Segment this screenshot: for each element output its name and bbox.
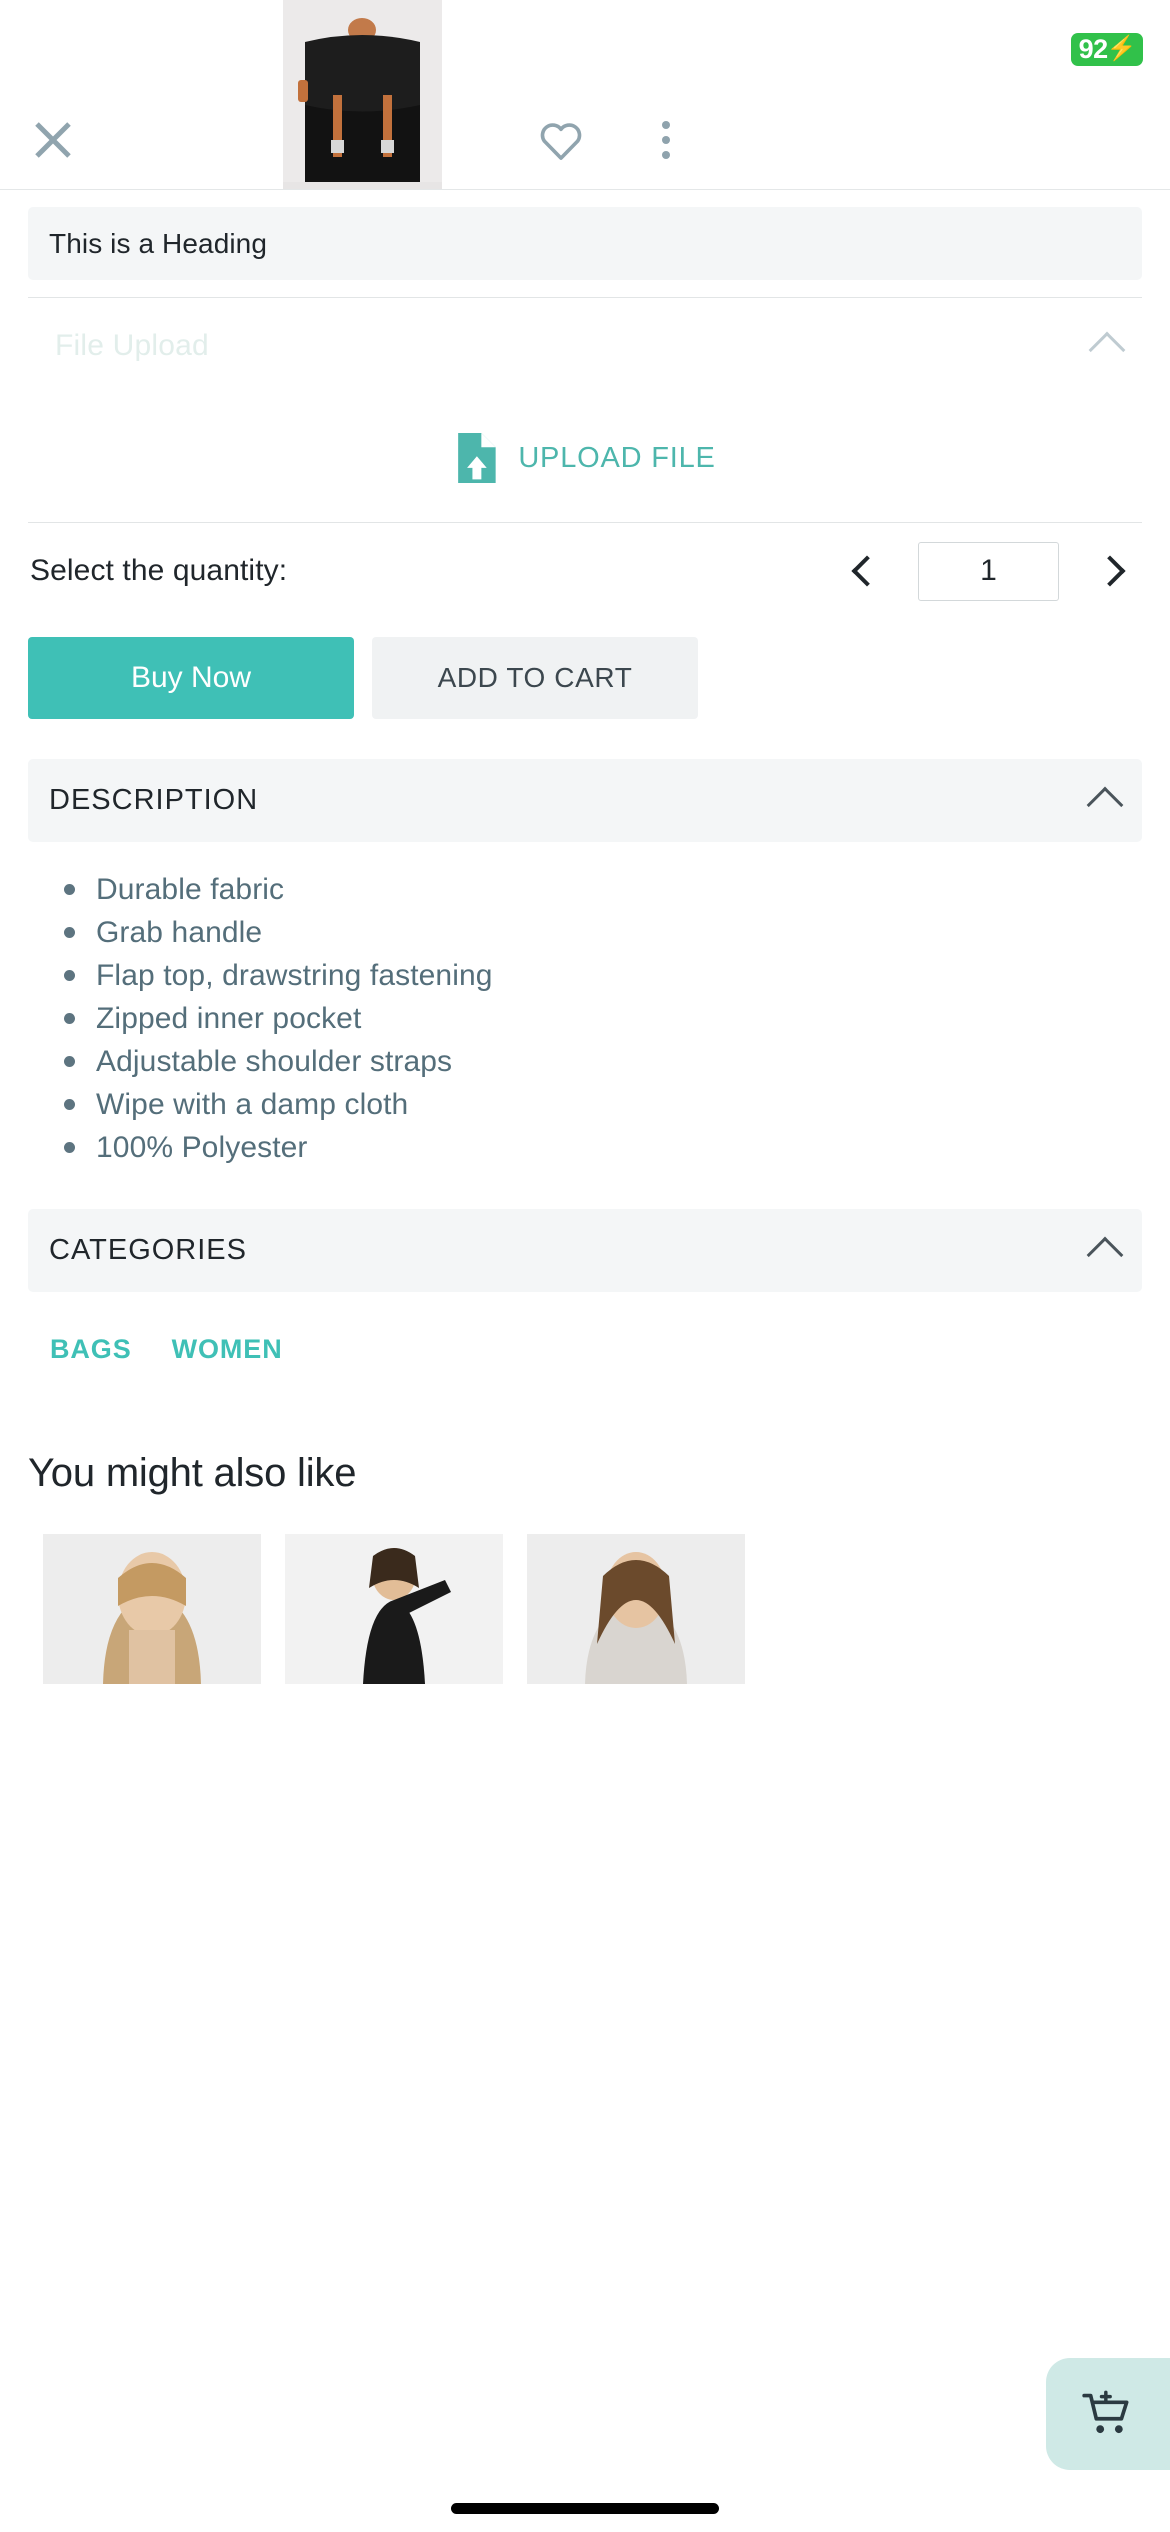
model-thumbnail-2	[285, 1534, 503, 1684]
bullet-dot	[64, 1099, 75, 1110]
recommendation-card[interactable]	[285, 1534, 503, 1684]
page-content: This is a Heading File Upload UPLOAD FIL…	[0, 207, 1170, 1684]
quantity-input[interactable]: 1	[918, 541, 1059, 601]
list-item: 100% Polyester	[64, 1126, 1142, 1169]
chevron-right-icon	[1094, 555, 1126, 587]
page-title: This is a Heading	[49, 227, 268, 259]
list-item-label: Wipe with a damp cloth	[96, 1087, 409, 1121]
recommendation-card[interactable]	[527, 1534, 745, 1684]
dot-1	[662, 121, 670, 129]
dot-3	[662, 151, 670, 159]
bullet-dot	[64, 884, 75, 895]
category-tag-bags[interactable]: BAGS	[50, 1334, 132, 1365]
list-item: Zipped inner pocket	[64, 997, 1142, 1040]
app-header: 92 ⚡	[0, 0, 1170, 190]
floating-cart-button[interactable]	[1046, 2358, 1170, 2470]
description-accordion-header[interactable]: DESCRIPTION	[28, 759, 1142, 842]
home-indicator	[451, 2503, 719, 2514]
quantity-label: Select the quantity:	[30, 554, 288, 587]
add-to-cart-button[interactable]: ADD TO CART	[372, 637, 698, 719]
bullet-dot	[64, 970, 75, 981]
heart-glyph	[540, 123, 582, 160]
action-buttons: Buy Now ADD TO CART	[28, 637, 1142, 719]
battery-percent-label: 92	[1078, 33, 1109, 64]
file-upload-icon	[458, 433, 496, 483]
backpack-illustration	[283, 0, 442, 189]
dot-2	[662, 136, 670, 144]
list-item: Wipe with a damp cloth	[64, 1083, 1142, 1126]
battery-status-badge: 92 ⚡	[1070, 33, 1143, 66]
product-hero-image[interactable]	[283, 0, 442, 189]
add-to-cart-icon	[1082, 2390, 1129, 2434]
bullet-dot	[64, 1142, 75, 1153]
buy-now-button[interactable]: Buy Now	[28, 637, 354, 719]
list-item-label: Adjustable shoulder straps	[96, 1044, 453, 1078]
chevron-left-icon	[851, 555, 883, 587]
quantity-selector: Select the quantity: 1	[28, 523, 1142, 619]
chevron-up-icon-file-upload[interactable]	[1088, 331, 1126, 369]
quantity-increment-button[interactable]	[1086, 544, 1140, 598]
bullet-dot	[64, 927, 75, 938]
heart-outline-icon[interactable]	[538, 117, 584, 163]
list-item-label: Zipped inner pocket	[96, 1001, 362, 1035]
recommendation-card[interactable]	[43, 1534, 261, 1684]
close-glyph	[35, 122, 71, 158]
list-item: Adjustable shoulder straps	[64, 1040, 1142, 1083]
list-item-label: Durable fabric	[96, 872, 285, 906]
categories-accordion-header[interactable]: CATEGORIES	[28, 1209, 1142, 1292]
list-item: Durable fabric	[64, 868, 1142, 911]
category-tag-women[interactable]: WOMEN	[172, 1334, 283, 1365]
description-list: Durable fabric Grab handle Flap top, dra…	[64, 868, 1142, 1169]
file-upload-label: File Upload	[55, 329, 209, 362]
chevron-up-icon-categories[interactable]	[1086, 1236, 1124, 1273]
categories-title: CATEGORIES	[49, 1234, 247, 1266]
list-item: Flap top, drawstring fastening	[64, 954, 1142, 997]
recommendations-list	[43, 1534, 1170, 1684]
list-item-label: 100% Polyester	[96, 1130, 308, 1164]
model-thumbnail-1	[43, 1534, 261, 1684]
list-item-label: Grab handle	[96, 915, 263, 949]
category-tags: BAGS WOMEN	[28, 1334, 1142, 1365]
file-upload-body: UPLOAD FILE	[28, 394, 1142, 522]
chevron-up-icon-description[interactable]	[1086, 786, 1124, 823]
quantity-decrement-button[interactable]	[837, 544, 891, 598]
three-dots-vertical-icon[interactable]	[643, 117, 689, 163]
list-item: Grab handle	[64, 911, 1142, 954]
overflow-dots	[662, 121, 670, 159]
bullet-dot	[64, 1013, 75, 1024]
bullet-dot	[64, 1056, 75, 1067]
file-upload-accordion-header[interactable]: File Upload	[28, 298, 1142, 394]
close-icon[interactable]	[30, 117, 76, 163]
charging-bolt-icon: ⚡	[1106, 35, 1137, 62]
model-thumbnail-3	[527, 1534, 745, 1684]
description-title: DESCRIPTION	[49, 784, 259, 816]
upload-file-button[interactable]: UPLOAD FILE	[518, 442, 715, 475]
list-item-label: Flap top, drawstring fastening	[96, 958, 493, 992]
recommendations-title: You might also like	[28, 1451, 357, 1495]
heading-panel: This is a Heading	[28, 207, 1142, 280]
